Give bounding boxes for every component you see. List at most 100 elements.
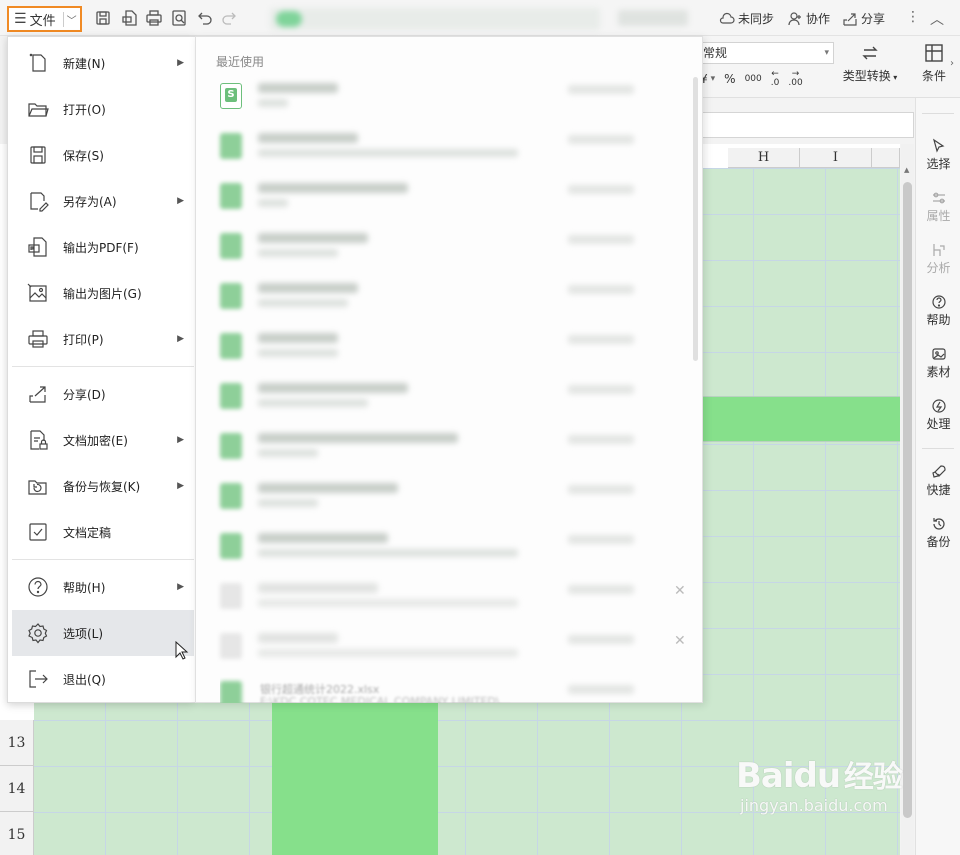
recent-scrollbar[interactable] <box>693 77 698 361</box>
menu-item-share[interactable]: 分享(D) <box>12 371 194 417</box>
menu-item-save-as[interactable]: 另存为(A) ▶ <box>12 178 194 224</box>
row-header-13[interactable]: 13 <box>0 720 34 766</box>
menu-item-encrypt[interactable]: 文档加密(E) ▶ <box>12 417 194 463</box>
printer-icon <box>27 328 49 350</box>
side-shortcut-button[interactable]: 快捷 <box>916 464 960 498</box>
print-icon[interactable] <box>145 9 163 27</box>
remove-recent-icon[interactable]: ✕ <box>674 583 686 599</box>
menu-item-new[interactable]: 新建(N) ▶ <box>12 40 194 86</box>
chevron-down-icon[interactable]: ﹀ <box>62 11 77 27</box>
number-format-select[interactable]: 常规 ▾ <box>700 42 834 64</box>
folder-open-icon <box>27 98 49 120</box>
watermark-brand2: du <box>793 756 842 796</box>
percent-button[interactable]: % <box>724 72 735 86</box>
side-analysis-button[interactable]: 分析 <box>916 242 960 276</box>
recent-file-item[interactable] <box>220 527 640 567</box>
sync-status[interactable]: 未同步 <box>719 10 774 27</box>
menu-item-label: 保存(S) <box>63 148 104 163</box>
image-icon <box>27 282 49 304</box>
recent-file-item[interactable] <box>220 177 640 217</box>
column-header-i[interactable]: I <box>800 148 872 168</box>
side-select-button[interactable]: 选择 <box>916 138 960 172</box>
side-help-button[interactable]: 帮助 <box>916 294 960 328</box>
formula-input[interactable] <box>700 112 914 138</box>
side-shortcut-label: 快捷 <box>926 483 951 497</box>
spreadsheet-file-icon <box>220 283 242 309</box>
encrypt-icon <box>27 429 49 451</box>
submenu-arrow-icon: ▶ <box>177 582 184 592</box>
highlighted-row[interactable] <box>700 396 900 442</box>
menu-divider <box>12 366 194 367</box>
type-convert-label: 类型转换 ▾ <box>842 69 898 83</box>
side-properties-button[interactable]: 属性 <box>916 190 960 224</box>
row-header-15[interactable]: 15 <box>0 812 34 855</box>
recent-file-item[interactable] <box>220 327 640 367</box>
redo-icon[interactable] <box>221 9 239 27</box>
menu-item-label: 输出为PDF(F) <box>63 240 139 255</box>
menu-item-save[interactable]: 保存(S) <box>12 132 194 178</box>
spreadsheet-file-icon <box>220 433 242 459</box>
rocket-icon <box>931 465 946 478</box>
type-convert-button[interactable]: 类型转换 ▾ <box>840 42 900 84</box>
recent-file-item[interactable]: S <box>220 77 640 117</box>
menu-item-export-image[interactable]: 输出为图片(G) <box>12 270 194 316</box>
side-process-button[interactable]: 处理 <box>916 398 960 432</box>
recent-file-item[interactable] <box>220 227 640 267</box>
side-material-button[interactable]: 素材 <box>916 346 960 380</box>
menu-item-open[interactable]: 打开(O) <box>12 86 194 132</box>
side-backup-button[interactable]: 备份 <box>916 516 960 550</box>
menu-item-export-pdf[interactable]: 输出为PDF(F) <box>12 224 194 270</box>
share-button[interactable]: 分享 <box>842 10 885 27</box>
file-menu: 新建(N) ▶ 打开(O) 保存(S) 另存为(A) ▶ 输出为PDF(F) 输… <box>7 36 195 703</box>
recent-file-item[interactable]: ✕ <box>220 627 686 667</box>
undo-icon[interactable] <box>195 9 213 27</box>
column-header-h[interactable]: H <box>728 148 800 168</box>
menu-item-options[interactable]: 选项(L) <box>12 610 194 656</box>
menu-item-label: 退出(Q) <box>63 672 106 687</box>
file-menu-button[interactable]: ☰ 文件 ﹀ <box>7 6 82 32</box>
menu-item-help[interactable]: 帮助(H) ▶ <box>12 564 194 610</box>
collab-button[interactable]: 协作 <box>787 10 830 27</box>
document-tab[interactable] <box>270 8 600 30</box>
remove-recent-icon[interactable]: ✕ <box>674 633 686 649</box>
scrollbar-thumb[interactable] <box>903 182 912 818</box>
spreadsheet-file-icon <box>220 233 242 259</box>
share-icon <box>843 12 857 26</box>
more-icon[interactable]: ⋮ <box>906 9 920 25</box>
collapse-icon[interactable]: ︿ <box>930 9 944 29</box>
recent-file-item[interactable] <box>220 427 640 467</box>
recent-file-item[interactable] <box>220 477 640 517</box>
menu-item-backup[interactable]: 备份与恢复(K) ▶ <box>12 463 194 509</box>
thousands-button[interactable]: 000 <box>745 74 762 84</box>
increase-decimal-button[interactable]: ← .0 <box>771 70 780 88</box>
recent-file-item[interactable] <box>220 377 640 417</box>
conditional-format-button[interactable]: 条件 <box>916 42 952 84</box>
blurred-tab[interactable] <box>618 10 688 26</box>
menu-item-finalize[interactable]: 文档定稿 <box>12 509 194 555</box>
new-doc-icon <box>27 52 49 74</box>
mouse-cursor-icon <box>175 641 189 660</box>
gear-icon <box>27 622 49 644</box>
recent-file-item[interactable] <box>220 127 640 167</box>
side-process-label: 处理 <box>926 417 951 431</box>
print-preview-icon[interactable] <box>170 9 188 27</box>
decrease-decimal-button[interactable]: → .00 <box>788 70 802 88</box>
save-as-icon <box>27 190 49 212</box>
increase-decimal-label: .0 <box>770 78 780 88</box>
menu-item-exit[interactable]: 退出(Q) <box>12 656 194 702</box>
scroll-up-icon[interactable]: ▲ <box>904 166 909 174</box>
column-header-next[interactable] <box>872 148 900 168</box>
export-pdf-icon[interactable] <box>121 9 139 27</box>
save-icon[interactable] <box>94 9 112 27</box>
ribbon-next-icon[interactable]: › <box>950 58 960 69</box>
vertical-scrollbar[interactable]: ▲ <box>901 144 914 855</box>
menu-item-label: 选项(L) <box>63 626 104 641</box>
recent-file-item[interactable]: ✕ <box>220 577 686 617</box>
cloud-icon <box>719 12 735 24</box>
menu-item-print[interactable]: 打印(P) ▶ <box>12 316 194 362</box>
menu-item-label: 帮助(H) <box>63 580 106 595</box>
row-header-14[interactable]: 14 <box>0 766 34 812</box>
file-menu-label: 文件 <box>29 13 56 29</box>
recent-file-item[interactable]: 银行超通统计2022.xlsx F:\KDC COTEC MEDICAL COM… <box>220 677 640 703</box>
recent-file-item[interactable] <box>220 277 640 317</box>
